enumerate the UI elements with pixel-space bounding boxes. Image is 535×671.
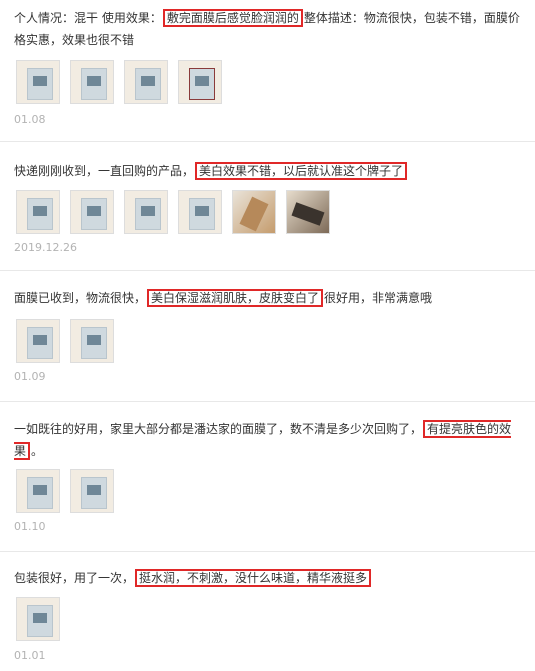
review-image[interactable]	[16, 319, 60, 363]
review-image[interactable]	[16, 597, 60, 641]
review-image[interactable]	[124, 190, 168, 234]
review-date: 2019.12.26	[14, 241, 77, 254]
review-images	[16, 60, 222, 106]
review-item: 个人情况：混干 使用效果： 敷完面膜后感觉脸润润的 整体描述：物流很快，包装不错，面…	[0, 0, 535, 142]
review-text: 包装很好，用了一次， 挺水润，不刺激，没什么味道，精华液挺多	[14, 567, 524, 589]
review-highlight: 美白效果不错，以后就认准这个牌子了	[195, 162, 408, 180]
review-date: 01.10	[14, 520, 46, 533]
review-text-post: 。	[31, 444, 44, 458]
review-item: 面膜已收到，物流很快， 美白保湿滋润肌肤，皮肤变白了 很好用，非常满意哦 01.09	[0, 270, 535, 402]
review-date: 01.09	[14, 370, 46, 383]
review-text: 面膜已收到，物流很快， 美白保湿滋润肌肤，皮肤变白了 很好用，非常满意哦	[14, 287, 524, 309]
review-image[interactable]	[16, 60, 60, 104]
review-text-pre: 面膜已收到，物流很快，	[14, 291, 147, 305]
review-text: 快递刚刚收到，一直回购的产品， 美白效果不错，以后就认准这个牌子了	[14, 160, 524, 182]
review-date: 01.08	[14, 113, 46, 126]
review-image[interactable]	[124, 60, 168, 104]
review-item: 快递刚刚收到，一直回购的产品， 美白效果不错，以后就认准这个牌子了 2019.12…	[0, 141, 535, 271]
review-item: 包装很好，用了一次， 挺水润，不刺激，没什么味道，精华液挺多 01.01	[0, 551, 535, 671]
review-highlight: 美白保湿滋润肌肤，皮肤变白了	[147, 289, 324, 307]
review-text-pre: 包装很好，用了一次，	[14, 571, 135, 585]
review-text: 个人情况：混干 使用效果： 敷完面膜后感觉脸润润的 整体描述：物流很快，包装不错，面…	[14, 7, 524, 51]
review-images	[16, 597, 60, 643]
review-image[interactable]	[232, 190, 276, 234]
review-highlight: 敷完面膜后感觉脸润润的	[162, 9, 303, 27]
review-image[interactable]	[70, 319, 114, 363]
review-image[interactable]	[178, 60, 222, 104]
review-image[interactable]	[16, 190, 60, 234]
review-text-post: 很好用，非常满意哦	[324, 291, 433, 305]
review-image[interactable]	[70, 469, 114, 513]
review-image[interactable]	[70, 60, 114, 104]
review-text-pre: 一如既往的好用，家里大部分都是潘达家的面膜了，数不清是多少次回购了，	[14, 422, 423, 436]
review-image[interactable]	[16, 469, 60, 513]
review-text: 一如既往的好用，家里大部分都是潘达家的面膜了，数不清是多少次回购了， 有提亮肤色的…	[14, 418, 524, 462]
review-images	[16, 469, 114, 515]
review-date: 01.01	[14, 649, 46, 662]
review-text-pre: 快递刚刚收到，一直回购的产品，	[14, 164, 195, 178]
review-images	[16, 190, 330, 236]
review-text-pre: 个人情况：混干 使用效果：	[14, 11, 162, 25]
review-image[interactable]	[70, 190, 114, 234]
review-image[interactable]	[286, 190, 330, 234]
review-image[interactable]	[178, 190, 222, 234]
review-images	[16, 319, 114, 365]
review-item: 一如既往的好用，家里大部分都是潘达家的面膜了，数不清是多少次回购了， 有提亮肤色的…	[0, 401, 535, 552]
review-highlight: 挺水润，不刺激，没什么味道，精华液挺多	[135, 569, 372, 587]
